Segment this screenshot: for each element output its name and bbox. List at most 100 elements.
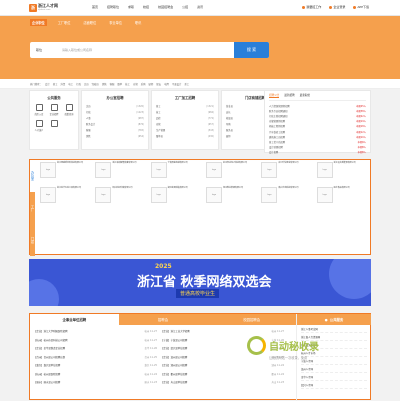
nav-item[interactable]: 招聘职位 xyxy=(107,5,119,9)
watermark-brand: 自动秘收录 xyxy=(269,342,319,353)
tab-category[interactable]: 店面职位 xyxy=(82,19,99,26)
hot-keyword[interactable]: 销售 xyxy=(102,82,107,86)
job-item[interactable]: 【嘉兴】嘉兴某单位招聘 嘉兴 11-25 xyxy=(34,361,161,370)
public-service-panel: 公共服务 简历入库 企业招聘 政策咨询 人才落户 xyxy=(29,90,79,150)
nav-item[interactable]: 校园招聘会 xyxy=(158,5,173,9)
job-item[interactable]: 【企业】浙江大学附属医院招聘 杭州 11-27 xyxy=(34,327,161,336)
tab-store[interactable]: 门店 xyxy=(30,224,35,256)
nav-item[interactable]: 公招 xyxy=(182,5,188,9)
tab-category[interactable]: 职讯 xyxy=(133,19,143,26)
featured-companies: 办公室 工厂 门店 logo 浙江明盛新材料科技有限公司 logo 浙江海润智能装备… xyxy=(29,159,371,256)
hot-keyword[interactable]: 跟单 xyxy=(117,82,122,86)
job-seeker-link[interactable]: 我要招工作 xyxy=(302,5,321,9)
company-card[interactable]: logo 杭州恒达电子科技有限公司 xyxy=(205,162,259,184)
announcement-item[interactable]: 会计招聘 本期8人 xyxy=(269,150,366,155)
public-service-box: ● 公共服务 浙江人事考试网 浙江省人力资源网 浙江政务服务网 杭州人才市场 宁波… xyxy=(296,314,371,401)
hot-keyword[interactable]: 仓管 xyxy=(133,82,138,86)
hot-keyword[interactable]: 采购 xyxy=(141,82,146,86)
announcement-panel: 招聘公告 最新招聘 最新职位 人力资源管理师招聘 本期45人 财务专员招聘通知 本期… xyxy=(264,90,371,155)
app-download-link[interactable]: APP下载 xyxy=(353,5,369,9)
company-card[interactable]: logo 绍兴纺织印染有限公司 xyxy=(95,187,148,209)
hot-keyword[interactable]: 保安 xyxy=(156,82,161,86)
hot-keyword[interactable]: 平面设计 xyxy=(172,82,182,86)
search-button[interactable]: 搜 索 xyxy=(234,42,269,58)
tab-category[interactable]: 事业单位 xyxy=(107,19,124,26)
hot-keyword[interactable]: 厨师 xyxy=(149,82,154,86)
job-item[interactable]: 【企业】舟山某单位招聘 舟山 11-23 xyxy=(161,378,288,387)
announcement-tabs: 招聘公告 最新招聘 最新职位 xyxy=(269,93,366,101)
hot-keyword[interactable]: 外贸 xyxy=(61,82,66,86)
hot-keyword[interactable]: 电工 xyxy=(68,82,73,86)
tab-announcement[interactable]: 招聘公告 xyxy=(269,93,280,98)
service-item[interactable]: 企业招聘 xyxy=(47,104,61,116)
tab-office[interactable]: 办公室 xyxy=(30,160,35,192)
hot-keyword[interactable]: 会计 xyxy=(45,82,50,86)
company-logo: logo xyxy=(316,162,333,178)
nav-item[interactable]: 求职 xyxy=(128,5,134,9)
search-input[interactable]: 请输入职位或公司名称 xyxy=(50,48,234,52)
hot-keyword[interactable]: 行政 xyxy=(76,82,81,86)
tab-jobs[interactable]: 招聘会 xyxy=(118,314,208,325)
job-item[interactable]: 【企业】衢州某单位招聘 衢州 11-24 xyxy=(161,370,288,379)
category-tabs: 企业职位 工厂职位 店面职位 事业单位 职讯 xyxy=(30,19,143,26)
logo-mark: 浙 xyxy=(29,3,37,12)
job-item[interactable]: 【杭州】杭州某医院招聘 杭州 11-24 xyxy=(34,370,161,379)
job-item[interactable]: 【企业】浙江工业大学招聘 杭州 11-27 xyxy=(161,327,288,336)
tab-category[interactable]: 工厂职位 xyxy=(56,19,73,26)
company-login-link[interactable]: 企业登录 xyxy=(329,5,345,9)
job-item[interactable]: 【丽水】丽水某公司招聘 丽水 11-23 xyxy=(34,378,161,387)
nav-item[interactable]: 资讯 xyxy=(197,5,203,9)
service-link[interactable]: 浙江人事考试网 xyxy=(301,325,367,333)
company-card[interactable]: logo 浙江海润智能装备有限公司 xyxy=(95,162,148,184)
company-card[interactable]: logo 丽水食品有限公司 xyxy=(316,187,370,209)
hot-keyword[interactable]: 驾驶员 xyxy=(92,82,99,86)
tab-announcement[interactable]: 最新职位 xyxy=(300,93,310,98)
service-link[interactable]: 宁波人才网 xyxy=(301,357,367,365)
hot-keyword[interactable]: 技工 xyxy=(125,82,130,86)
hot-keyword[interactable]: 客服 xyxy=(110,82,115,86)
hot-keyword[interactable]: 电焊 xyxy=(164,82,169,86)
company-card[interactable]: logo 嘉兴光电科技有限公司 xyxy=(261,187,314,209)
job-item[interactable]: 【企业】湖州某公司招聘 湖州 11-24 xyxy=(161,361,288,370)
service-link[interactable]: 温州人才网 xyxy=(301,365,367,373)
company-logo: logo xyxy=(40,187,56,203)
tab-jobs[interactable]: 企事业单位招聘 xyxy=(30,314,119,325)
service-item[interactable]: 政策咨询 xyxy=(62,104,76,116)
company-card[interactable]: logo 浙江金华五金工具有限公司 xyxy=(40,187,93,209)
list-item[interactable]: 销售 (654) xyxy=(86,133,144,139)
company-card[interactable]: logo 温州鞋业集团有限公司 xyxy=(205,187,259,209)
job-item[interactable]: 【台州】台州某公司招聘启事 台州 11-25 xyxy=(34,353,161,362)
list-item[interactable]: 跟单员 (430) xyxy=(156,133,214,139)
tab-category[interactable]: 企业职位 xyxy=(30,19,47,26)
search-type-select[interactable]: 职位 xyxy=(30,48,50,52)
search-box: 职位 请输入职位或公司名称 搜 索 xyxy=(30,42,269,58)
company-card[interactable]: logo 宁波鼎盛机械有限公司 xyxy=(150,162,204,184)
company-card[interactable]: logo 浙江远大新能源有限公司 xyxy=(316,162,370,184)
job-item[interactable]: 【企业】金华某制造企业招聘 金华 11-26 xyxy=(34,344,161,353)
tab-jobs[interactable]: 校园招聘会 xyxy=(207,314,297,325)
tab-announcement[interactable]: 最新招聘 xyxy=(284,93,294,98)
hot-keyword[interactable]: 美工 xyxy=(184,82,189,86)
service-link[interactable]: 金华人才网 xyxy=(301,373,367,381)
hot-keyword[interactable]: 普工 xyxy=(53,82,58,86)
company-logo: logo xyxy=(40,162,56,178)
service-item[interactable]: 人才落户 xyxy=(32,120,46,132)
company-logo: logo xyxy=(95,187,112,203)
service-item[interactable] xyxy=(47,120,61,132)
company-card[interactable]: logo 台州华信塑业有限公司 xyxy=(261,162,314,184)
company-card[interactable]: logo 浙江明盛新材料科技有限公司 xyxy=(40,162,93,184)
company-card[interactable]: logo 湖州家具制造有限公司 xyxy=(150,187,204,209)
company-icon xyxy=(329,5,333,9)
service-item[interactable]: 简历入库 xyxy=(32,104,46,116)
job-item[interactable]: 【杭州】杭州市某科技公司招聘 杭州 11-27 xyxy=(34,336,161,345)
nav-item[interactable]: 校招 xyxy=(143,5,149,9)
nav-item[interactable]: 首页 xyxy=(92,5,98,9)
company-logo: logo xyxy=(316,187,333,203)
watermark-sub: 让优质网站一次收录，免费 xyxy=(269,356,308,360)
hot-keyword[interactable]: 文员 xyxy=(84,82,89,86)
service-link[interactable]: 绍兴人才网 xyxy=(301,381,367,389)
job-fair-banner[interactable]: 2025 浙江省 秋季网络双选会 普通高校毕业生 xyxy=(29,259,371,306)
company-logo: logo xyxy=(150,162,167,178)
site-logo[interactable]: 浙 浙江人才网 zjtalent.com xyxy=(29,3,58,12)
tab-factory[interactable]: 工厂 xyxy=(30,192,35,224)
